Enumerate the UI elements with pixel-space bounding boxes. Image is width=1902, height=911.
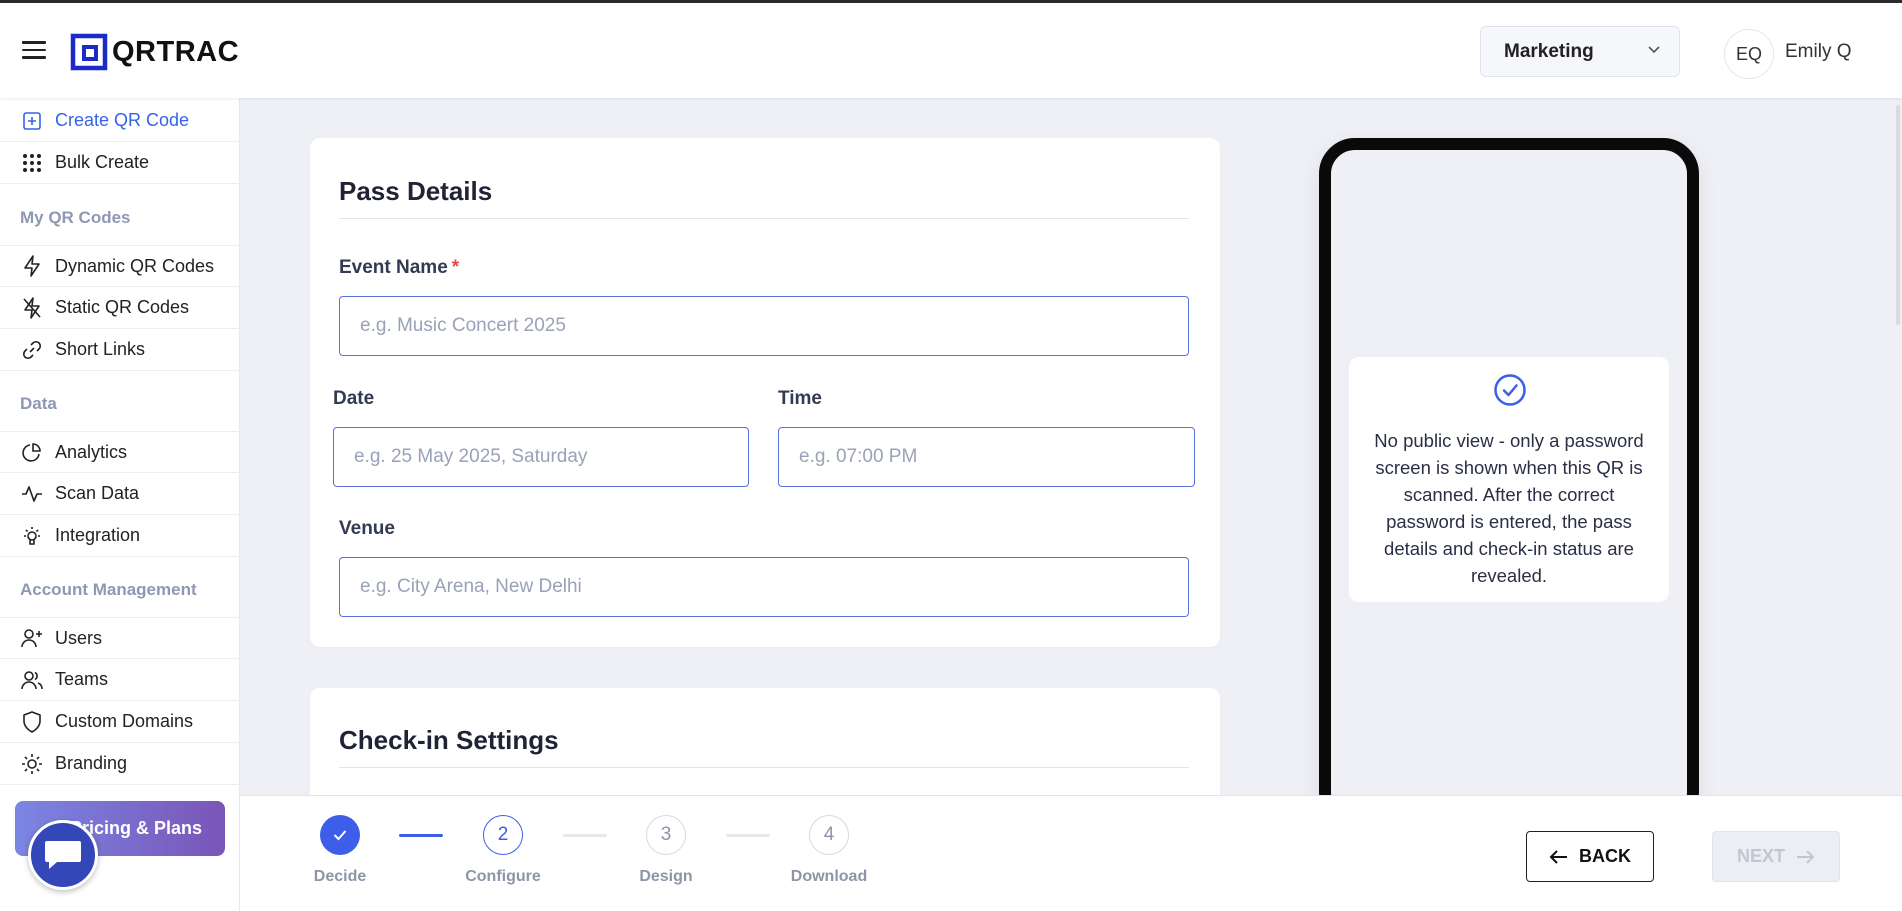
- event-name-label-text: Event Name: [339, 257, 448, 278]
- section-account-management: Account Management: [20, 580, 197, 599]
- bottom-bar: Decide 2 Configure 3 Design 4 Download B…: [240, 795, 1902, 911]
- preview-notice: No public view - only a password screen …: [1349, 357, 1669, 602]
- sidebar-item-label: Teams: [55, 669, 109, 689]
- user-name[interactable]: Emily Q: [1785, 41, 1852, 63]
- sidebar-item-integration[interactable]: Integration: [0, 515, 240, 557]
- menu-icon[interactable]: [22, 41, 46, 59]
- date-label: Date: [333, 388, 375, 409]
- users-icon: [20, 668, 44, 692]
- required-mark: *: [451, 257, 460, 278]
- time-label: Time: [778, 388, 823, 409]
- sidebar-item-label: Create QR Code: [55, 110, 190, 130]
- back-button[interactable]: BACK: [1526, 831, 1654, 882]
- qrtrac-logo-icon: [70, 33, 108, 71]
- sun-icon: [20, 752, 44, 776]
- user-plus-icon: [20, 626, 44, 650]
- sidebar-item-analytics[interactable]: Analytics: [0, 431, 240, 473]
- sidebar-item-static-qr[interactable]: Static QR Codes: [0, 287, 240, 329]
- lightning-icon: [20, 254, 44, 278]
- lightning-off-icon: [20, 296, 44, 320]
- sidebar-item-scan-data[interactable]: Scan Data: [0, 473, 240, 515]
- activity-icon: [20, 482, 44, 506]
- chevron-down-icon: [1648, 46, 1660, 54]
- next-label: NEXT: [1736, 846, 1785, 866]
- venue-label: Venue: [339, 518, 395, 539]
- step-1-circle[interactable]: [320, 815, 360, 855]
- sidebar-item-label: Branding: [55, 753, 128, 773]
- grid-icon: [20, 151, 44, 175]
- event-name-label: Event Name *: [339, 257, 459, 279]
- shield-icon: [20, 710, 44, 734]
- pass-details-title: Pass Details: [339, 176, 493, 206]
- workspace-select[interactable]: Marketing: [1480, 26, 1680, 77]
- step-2-label: Configure: [465, 868, 541, 885]
- step-4-circle[interactable]: 4: [809, 815, 849, 855]
- check-icon: [334, 830, 346, 841]
- sidebar-item-create-qr[interactable]: Create QR Code: [0, 100, 240, 142]
- date-input[interactable]: e.g. 25 May 2025, Saturday: [333, 427, 749, 487]
- back-label: BACK: [1579, 846, 1631, 866]
- step-connector: [563, 834, 607, 837]
- link-icon: [20, 338, 44, 362]
- sidebar-item-label: Users: [55, 627, 103, 648]
- sidebar-item-users[interactable]: Users: [0, 617, 240, 659]
- workspace-label: Marketing: [1504, 40, 1594, 62]
- checkin-settings-title: Check-in Settings: [339, 725, 559, 755]
- divider: [339, 218, 1189, 219]
- sidebar-item-dynamic-qr[interactable]: Dynamic QR Codes: [0, 245, 240, 287]
- avatar[interactable]: EQ: [1724, 29, 1774, 79]
- pass-details-card: Pass Details Event Name * e.g. Music Conc…: [310, 138, 1220, 647]
- step-3-circle[interactable]: 3: [646, 815, 686, 855]
- pie-chart-icon: [20, 440, 44, 464]
- step-4-label: Download: [790, 868, 868, 885]
- sidebar-item-bulk-create[interactable]: Bulk Create: [0, 142, 240, 184]
- step-connector: [399, 834, 443, 837]
- arrow-right-icon: [1797, 849, 1815, 864]
- section-data: Data: [20, 394, 57, 413]
- brand-name: QRTRAC: [112, 35, 240, 68]
- sidebar-item-label: Scan Data: [55, 483, 140, 503]
- step-connector: [726, 834, 770, 837]
- step-3-label: Design: [639, 868, 693, 885]
- top-bar: QRTRAC Marketing EQ Emily Q: [0, 0, 1902, 98]
- sidebar-item-label: Integration: [55, 525, 141, 545]
- event-name-input[interactable]: e.g. Music Concert 2025: [339, 296, 1189, 356]
- sidebar-item-short-links[interactable]: Short Links: [0, 329, 240, 371]
- next-button[interactable]: NEXT: [1712, 831, 1840, 882]
- preview-message: No public view - only a password screen …: [1374, 430, 1644, 586]
- scrollbar[interactable]: [1896, 105, 1900, 325]
- sidebar-item-label: Analytics: [55, 441, 128, 462]
- sidebar-item-label: Static QR Codes: [55, 297, 190, 317]
- step-1-label: Decide: [313, 868, 367, 885]
- logo[interactable]: QRTRAC: [70, 33, 239, 71]
- sidebar-item-branding[interactable]: Branding: [0, 743, 240, 785]
- sidebar-item-label: Custom Domains: [55, 711, 194, 731]
- chat-icon[interactable]: [28, 820, 98, 890]
- sidebar: Create QR Code Bulk Create My QR Codes D…: [0, 98, 240, 911]
- sidebar-item-label: Dynamic QR Codes: [55, 255, 215, 276]
- venue-input[interactable]: e.g. City Arena, New Delhi: [339, 557, 1189, 617]
- lightbulb-icon: [20, 524, 44, 548]
- sidebar-item-label: Short Links: [55, 339, 146, 359]
- arrow-left-icon: [1549, 849, 1567, 864]
- section-my-qr-codes: My QR Codes: [20, 208, 131, 227]
- sidebar-item-teams[interactable]: Teams: [0, 659, 240, 701]
- divider: [339, 767, 1189, 768]
- check-circle-icon: [1494, 374, 1526, 406]
- time-input[interactable]: e.g. 07:00 PM: [778, 427, 1195, 487]
- sidebar-item-label: Bulk Create: [55, 152, 150, 172]
- plus-square-icon: [20, 109, 44, 133]
- sidebar-item-custom-domains[interactable]: Custom Domains: [0, 701, 240, 743]
- step-2-circle[interactable]: 2: [483, 815, 523, 855]
